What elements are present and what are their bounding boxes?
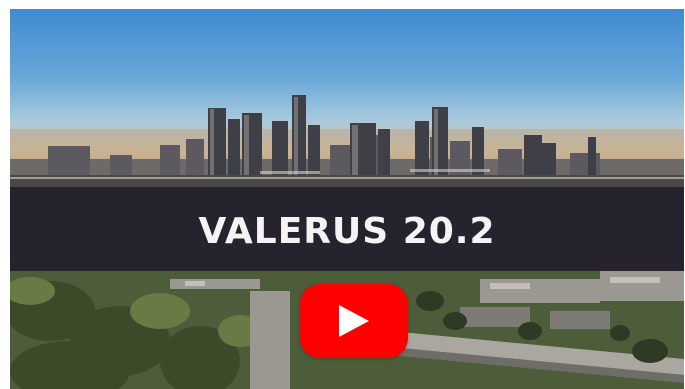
city-skyline-image (10, 9, 684, 187)
play-button[interactable] (300, 284, 408, 358)
play-icon (339, 305, 369, 337)
video-title: VALERUS 20.2 (198, 210, 496, 252)
video-thumbnail[interactable]: VALERUS 20.2 (10, 9, 684, 389)
title-banner: VALERUS 20.2 (10, 187, 684, 271)
